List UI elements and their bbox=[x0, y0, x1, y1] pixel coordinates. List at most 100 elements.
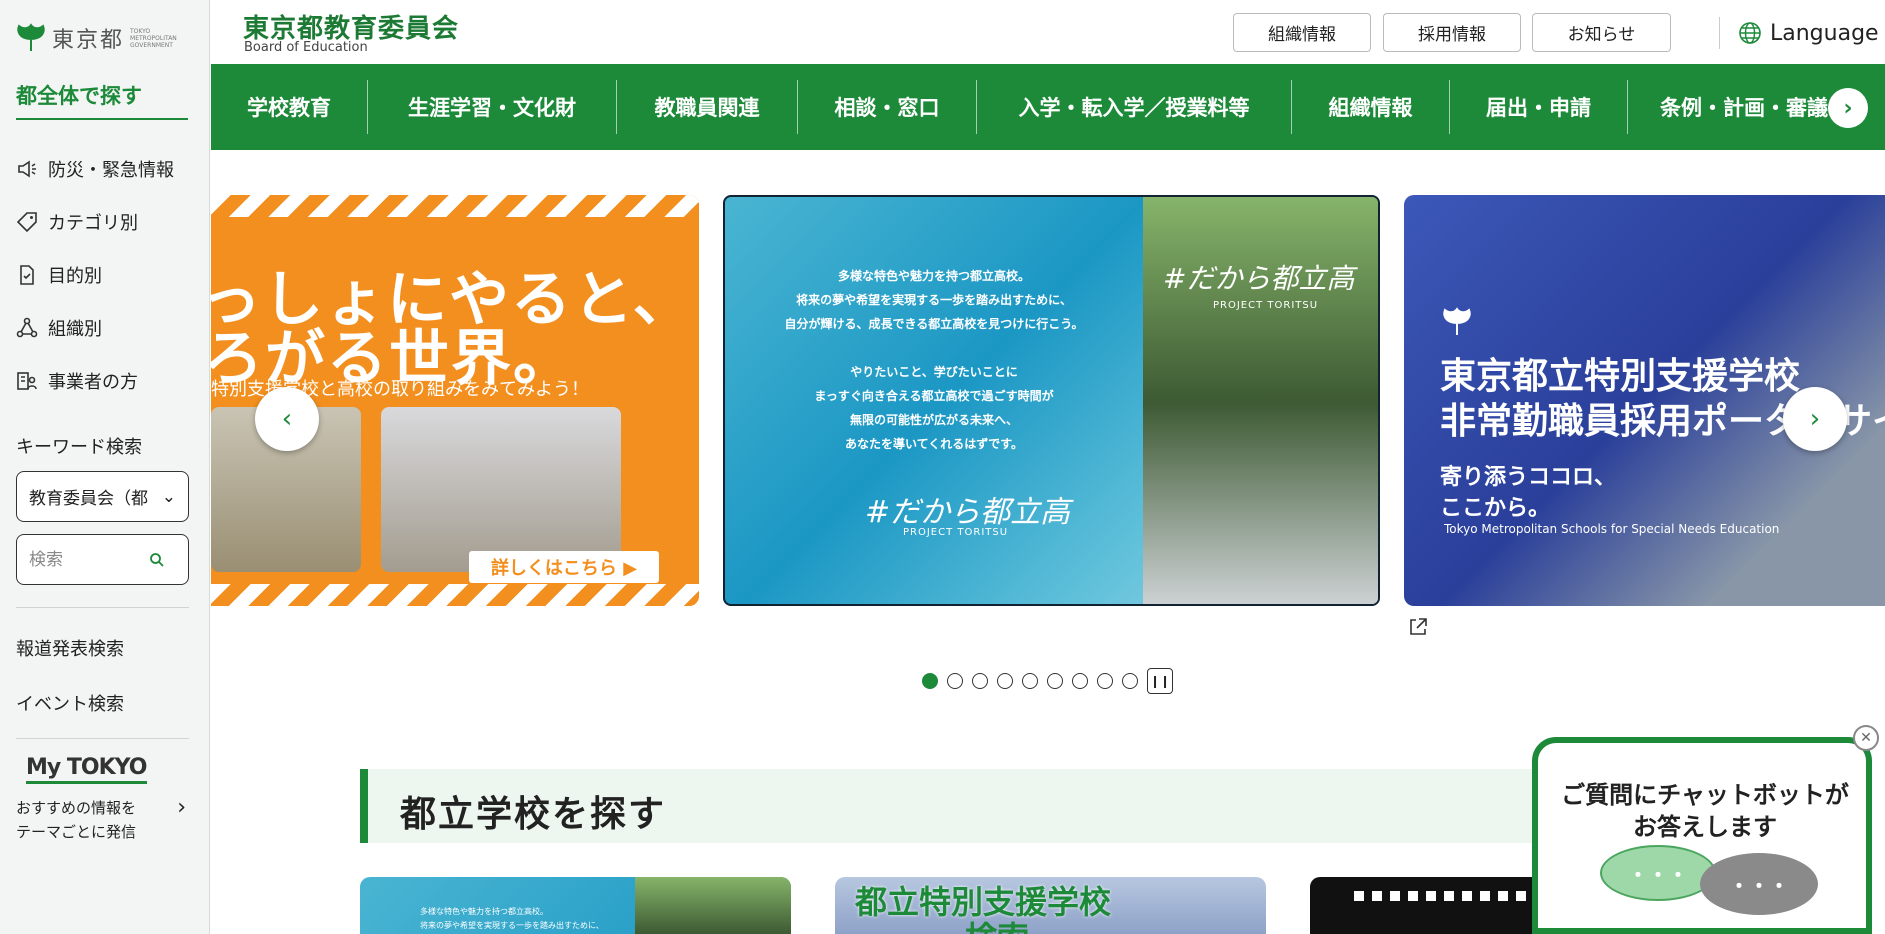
mytokyo-description: おすすめの情報を テーマごとに発信 bbox=[16, 796, 186, 844]
nav-school-education[interactable]: 学校教育 bbox=[211, 64, 367, 150]
slide-text-line: 無限の可能性が広がる未来へ、 bbox=[849, 413, 1018, 427]
nav-consultation[interactable]: 相談・窓口 bbox=[798, 64, 976, 150]
organization-info-button[interactable]: 組織情報 bbox=[1233, 13, 1371, 52]
speech-bubble-icon: ・・・ bbox=[1700, 853, 1818, 915]
org-chart-icon bbox=[16, 317, 38, 337]
slide-caption: 寄り添うココロ、 bbox=[1440, 465, 1617, 490]
carousel-dot[interactable] bbox=[947, 673, 963, 689]
news-button[interactable]: お知らせ bbox=[1532, 13, 1671, 52]
language-label: Language bbox=[1770, 20, 1879, 46]
nav-organization[interactable]: 組織情報 bbox=[1292, 64, 1449, 150]
chatbot-widget[interactable]: ご質問にチャットボットが お答えします ・・・ ・・・ bbox=[1532, 737, 1872, 934]
search-scope-value: 教育委員会（都 bbox=[29, 489, 148, 509]
carousel-dot[interactable] bbox=[1097, 673, 1113, 689]
search-icon[interactable] bbox=[149, 552, 165, 568]
chatbot-message-line: お答えします bbox=[1633, 813, 1777, 841]
site-subtitle: Board of Education bbox=[244, 40, 368, 55]
slide-text-block: 多様な特色や魅力を持つ都立高校。 将来の夢や希望を実現する一歩を踏み出すために、… bbox=[725, 264, 1143, 456]
sidebar-item-label: 防災・緊急情報 bbox=[48, 159, 174, 181]
sidebar-item-label: 組織別 bbox=[48, 318, 102, 340]
sidebar: 東京都 TOKYO METROPOLITAN GOVERNMENT 都全体で探す… bbox=[0, 0, 210, 934]
carousel-pagination: ❙❙ bbox=[922, 668, 1173, 694]
megaphone-icon bbox=[18, 160, 36, 177]
carousel-dot[interactable] bbox=[972, 673, 988, 689]
globe-icon bbox=[1739, 22, 1761, 44]
ginkgo-logo-icon bbox=[17, 23, 45, 51]
chevron-down-icon: ⌄ bbox=[161, 486, 176, 507]
ginkgo-logo-icon bbox=[1443, 307, 1471, 335]
chevron-right-icon: › bbox=[177, 795, 186, 820]
nav-staff[interactable]: 教職員関連 bbox=[617, 64, 797, 150]
slide-text-line: やりたいこと、学びたいことに bbox=[850, 365, 1018, 379]
carousel-dot[interactable] bbox=[997, 673, 1013, 689]
mytokyo-logo: My TOKYO bbox=[26, 755, 147, 784]
sidebar-item-category[interactable]: カテゴリ別 bbox=[16, 195, 196, 248]
sidebar-heading: 都全体で探す bbox=[16, 80, 188, 120]
slide-text-line: 将来の夢や希望を実現する一歩を踏み出すために、 bbox=[796, 293, 1072, 307]
language-selector[interactable]: Language bbox=[1719, 17, 1879, 49]
pause-icon[interactable]: ❙❙ bbox=[1147, 668, 1173, 694]
divider bbox=[16, 607, 189, 608]
sidebar-item-business[interactable]: 事業者の方 bbox=[16, 354, 196, 407]
sidebar-item-emergency[interactable]: 防災・緊急情報 bbox=[16, 142, 196, 195]
nav-lifelong-learning[interactable]: 生涯学習・文化財 bbox=[368, 64, 616, 150]
keyword-search-box bbox=[16, 534, 189, 585]
slide-text-line: 自分が輝ける、成長できる都立高校を見つけに行こう。 bbox=[784, 317, 1084, 331]
document-check-icon bbox=[20, 264, 34, 285]
carousel-prev-button[interactable]: ‹ bbox=[255, 387, 319, 451]
chatbot-message: ご質問にチャットボットが お答えします bbox=[1546, 779, 1864, 843]
logo-name: 東京都 bbox=[52, 28, 125, 53]
card-text: 多様な特色や魅力を持つ都立高校。 将来の夢や希望を実現する一歩を踏み出すために、 bbox=[420, 905, 604, 933]
sidebar-item-organization[interactable]: 組織別 bbox=[16, 301, 196, 354]
search-scope-select[interactable]: 教育委員会（都 ⌄ bbox=[16, 471, 189, 522]
tag-icon bbox=[16, 211, 37, 232]
carousel-dot[interactable] bbox=[922, 673, 938, 689]
nav-applications[interactable]: 届出・申請 bbox=[1450, 64, 1627, 150]
school-card-special-needs-search[interactable]: 都立特別支援学校 検索 bbox=[835, 877, 1266, 934]
section-title: 都立学校を探す bbox=[400, 794, 667, 835]
tmg-logo[interactable]: 東京都 TOKYO METROPOLITAN GOVERNMENT bbox=[16, 22, 182, 54]
school-card-toritsu[interactable]: 多様な特色や魅力を持つ都立高校。 将来の夢や希望を実現する一歩を踏み出すために、 bbox=[360, 877, 791, 934]
slide-text-line: あなたを導いてくれるはずです。 bbox=[844, 437, 1024, 451]
card-text-line: 多様な特色や魅力を持つ都立高校。 bbox=[420, 907, 548, 916]
carousel-slide-toritsu[interactable]: 多様な特色や魅力を持つ都立高校。 将来の夢や希望を実現する一歩を踏み出すために、… bbox=[723, 195, 1380, 606]
slide-text-line: 多様な特色や魅力を持つ都立高校。 bbox=[837, 269, 1030, 283]
header: 東京都教育委員会 Board of Education 組織情報 採用情報 お知… bbox=[211, 0, 1885, 64]
students-photo: #だから都立高 PROJECT TORITSU bbox=[1143, 197, 1378, 604]
close-icon[interactable]: ✕ bbox=[1853, 725, 1879, 751]
carousel-dot[interactable] bbox=[1072, 673, 1088, 689]
sidebar-item-label: 目的別 bbox=[48, 265, 102, 287]
nav-admission[interactable]: 入学・転入学／授業料等 bbox=[977, 64, 1291, 150]
keyword-search-label: キーワード検索 bbox=[16, 437, 142, 458]
mytokyo-desc-line: テーマごとに発信 bbox=[16, 823, 137, 841]
sidebar-item-label: カテゴリ別 bbox=[48, 212, 138, 234]
external-link-icon bbox=[1410, 618, 1427, 635]
recruitment-info-button[interactable]: 採用情報 bbox=[1383, 13, 1521, 52]
business-person-icon bbox=[17, 371, 37, 390]
nav-scroll-next-button[interactable]: › bbox=[1828, 88, 1868, 128]
festival-photo bbox=[381, 407, 621, 572]
carousel-dot[interactable] bbox=[1122, 673, 1138, 689]
carousel-next-button[interactable]: › bbox=[1783, 387, 1847, 451]
event-search-link[interactable]: イベント検索 bbox=[16, 690, 124, 716]
mytokyo-desc-line: おすすめの情報を bbox=[16, 799, 137, 817]
press-release-search-link[interactable]: 報道発表検索 bbox=[16, 635, 124, 661]
carousel-dot[interactable] bbox=[1022, 673, 1038, 689]
divider bbox=[16, 738, 189, 739]
sidebar-item-label: 事業者の方 bbox=[48, 371, 138, 393]
carousel-dot[interactable] bbox=[1047, 673, 1063, 689]
card-text-line: 将来の夢や希望を実現する一歩を踏み出すために、 bbox=[420, 921, 604, 930]
stripe-border bbox=[211, 195, 699, 217]
details-button[interactable]: 詳しくはこちら ▶ bbox=[469, 551, 659, 583]
card-title: 検索 bbox=[965, 913, 1029, 934]
search-input[interactable] bbox=[29, 549, 149, 570]
speech-bubble-icon: ・・・ bbox=[1600, 845, 1716, 901]
stripe-border bbox=[211, 584, 699, 606]
sidebar-nav: 防災・緊急情報 カテゴリ別 目的別 組織別 事業者の方 bbox=[16, 142, 196, 407]
project-label: PROJECT TORITSU bbox=[903, 527, 1009, 538]
mytokyo-banner[interactable]: My TOKYO おすすめの情報を テーマごとに発信 › bbox=[16, 755, 186, 844]
project-label: PROJECT TORITSU bbox=[1213, 300, 1319, 311]
sidebar-item-purpose[interactable]: 目的別 bbox=[16, 248, 196, 301]
slide-caption: ここから。 bbox=[1440, 496, 1551, 521]
